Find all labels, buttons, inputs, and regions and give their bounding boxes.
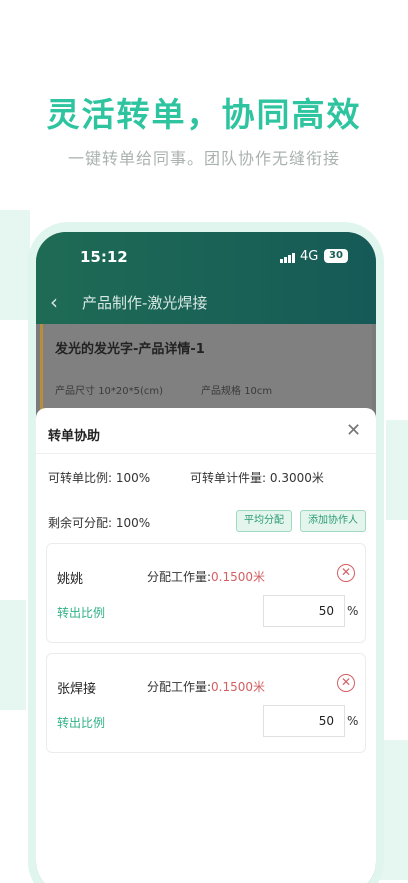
transfer-ratio-label: 转出比例 — [57, 716, 106, 730]
workload-value: 0.1500米 — [211, 570, 266, 584]
transfer-sheet: 转单协助 ✕ 可转单比例: 100% 可转单计件量: 0.3000米 剩余可分配… — [36, 408, 376, 883]
even-split-button[interactable]: 平均分配 — [236, 510, 292, 532]
sheet-title: 转单协助 — [48, 429, 101, 444]
workload-value: 0.1500米 — [211, 680, 266, 694]
add-collaborator-button[interactable]: 添加协作人 — [300, 510, 366, 532]
assignee-name: 张焊接 — [57, 682, 97, 697]
background-decoration — [380, 740, 408, 880]
remove-assignee-icon[interactable]: ✕ — [337, 564, 355, 582]
chevron-left-icon[interactable]: ‹ — [50, 290, 58, 314]
product-size-label: 产品尺寸 — [55, 386, 95, 397]
remaining-allocatable: 剩余可分配: 100% — [48, 514, 150, 531]
nav-bar: ‹ 产品制作-激光焊接 — [36, 290, 376, 316]
assignee-name: 姚姚 — [57, 572, 84, 587]
network-type: 4G — [300, 249, 319, 264]
transferable-qty: 可转单计件量: 0.3000米 — [190, 469, 324, 486]
battery-icon: 30 — [324, 249, 348, 263]
product-spec-value: 10cm — [244, 386, 273, 397]
signal-icon — [280, 253, 295, 263]
background-decoration — [386, 420, 408, 520]
product-spec: 产品规格 10cm — [201, 382, 272, 397]
product-detail-title: 发光的发光字-产品详情-1 — [55, 342, 205, 357]
workload-label: 分配工作量: — [147, 680, 212, 694]
transferable-qty-value: 0.3000米 — [269, 471, 324, 485]
transfer-ratio-input[interactable]: 50 — [263, 595, 345, 627]
background-decoration — [0, 600, 26, 710]
percent-unit: % — [347, 604, 359, 618]
product-size: 产品尺寸 10*20*5(cm) — [55, 382, 163, 397]
divider — [36, 453, 376, 454]
product-detail-card: 发光的发光字-产品详情-1 产品尺寸 10*20*5(cm) 产品规格 10cm — [40, 324, 372, 414]
transferable-ratio-value: 100% — [115, 471, 151, 485]
transferable-ratio-label: 可转单比例: — [48, 471, 113, 485]
background-decoration — [0, 210, 30, 320]
status-bar: 15:12 4G 30 — [36, 248, 376, 270]
phone-screen: 15:12 4G 30 ‹ 产品制作-激光焊接 发光的发光字-产品详情-1 产品… — [36, 232, 376, 883]
assignee-workload: 分配工作量:0.1500米 — [147, 678, 265, 695]
app-header: 15:12 4G 30 ‹ 产品制作-激光焊接 — [36, 232, 376, 324]
product-size-value: 10*20*5(cm) — [98, 386, 164, 397]
transferable-ratio: 可转单比例: 100% — [48, 469, 150, 486]
status-time: 15:12 — [80, 248, 128, 266]
percent-unit: % — [347, 714, 359, 728]
assignee-card: 姚姚 分配工作量:0.1500米 ✕ 转出比例 50 % — [46, 543, 366, 643]
promo-headline: 灵活转单，协同高效 — [46, 95, 362, 134]
remaining-value: 100% — [115, 516, 151, 530]
workload-label: 分配工作量: — [147, 570, 212, 584]
assignee-card: 张焊接 分配工作量:0.1500米 ✕ 转出比例 50 % — [46, 653, 366, 753]
close-icon[interactable]: ✕ — [346, 420, 361, 441]
transfer-ratio-label: 转出比例 — [57, 606, 106, 620]
transfer-ratio-input[interactable]: 50 — [263, 705, 345, 737]
promo-subline: 一键转单给同事。团队协作无缝衔接 — [67, 149, 340, 168]
remaining-label: 剩余可分配: — [48, 516, 113, 530]
product-spec-label: 产品规格 — [201, 386, 241, 397]
assignee-workload: 分配工作量:0.1500米 — [147, 568, 265, 585]
transferable-qty-label: 可转单计件量: — [190, 471, 267, 485]
remove-assignee-icon[interactable]: ✕ — [337, 674, 355, 692]
page-title: 产品制作-激光焊接 — [82, 294, 208, 312]
